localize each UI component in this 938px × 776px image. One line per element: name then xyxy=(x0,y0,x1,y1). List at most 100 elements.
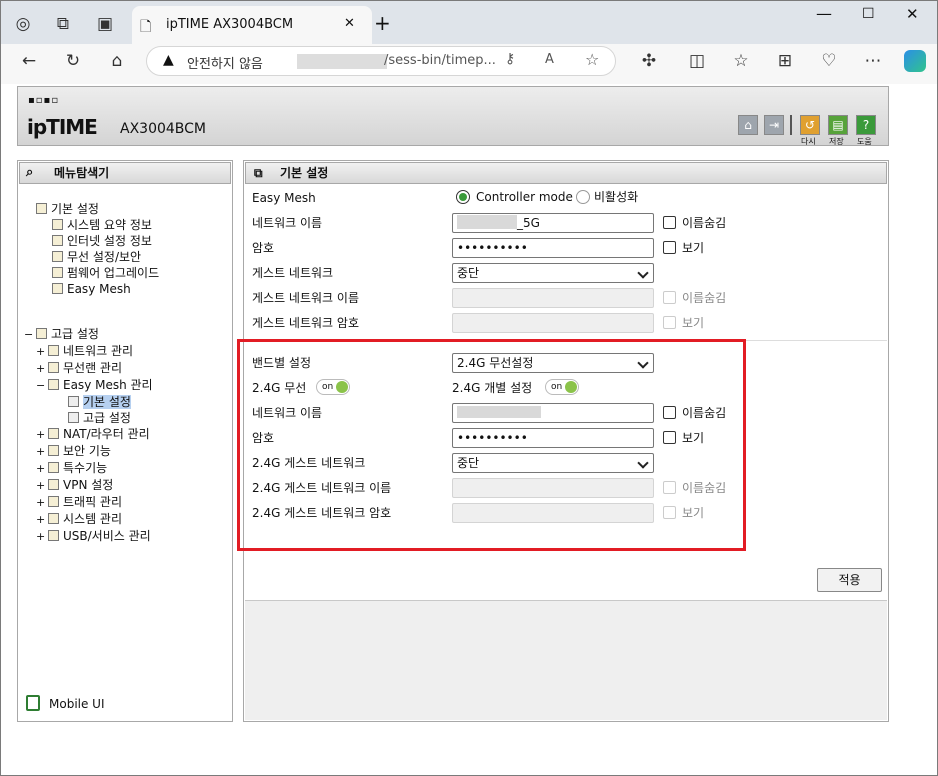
browser-essentials-icon[interactable]: ♡ xyxy=(814,46,844,76)
expand-icon[interactable]: + xyxy=(36,427,45,443)
tree-item[interactable]: − Easy Mesh 관리 xyxy=(24,377,153,394)
tree-item[interactable]: + USB/서비스 관리 xyxy=(24,528,153,545)
advanced-settings-tree: − 고급 설정 + 네트워크 관리 + 무선랜 관리 − Easy Mesh 관리 기본… xyxy=(24,326,153,545)
tree-item[interactable]: + 네트워크 관리 xyxy=(24,343,153,360)
apply-button[interactable]: 적용 xyxy=(817,568,882,592)
read-aloud-icon[interactable]: A xyxy=(545,52,554,67)
tree-item[interactable]: + VPN 설정 xyxy=(24,477,153,494)
tree-item[interactable]: + NAT/라우터 관리 xyxy=(24,426,153,443)
favorite-star-icon[interactable]: ☆ xyxy=(585,50,599,69)
show-password-checkbox[interactable] xyxy=(663,241,676,254)
tree-item[interactable]: 시스템 요약 정보 xyxy=(36,217,159,233)
expand-icon[interactable]: + xyxy=(36,495,45,511)
reset-button[interactable]: ↺ xyxy=(800,115,820,135)
url-redacted xyxy=(297,54,387,69)
basic-group-label: 기본 설정 xyxy=(51,202,99,216)
advanced-group[interactable]: − 고급 설정 xyxy=(24,326,153,343)
tree-item[interactable]: 고급 설정 xyxy=(24,410,153,426)
expand-icon[interactable]: + xyxy=(36,361,45,377)
tree-item-label: 무선 설정/보안 xyxy=(67,250,142,264)
security-status[interactable]: 안전하지 않음 xyxy=(187,53,263,72)
guest-network-name-label: 게스트 네트워크 이름 xyxy=(252,291,359,305)
basic-group[interactable]: 기본 설정 xyxy=(36,201,159,217)
new-tab-button[interactable]: + xyxy=(374,11,391,35)
home-icon[interactable]: ⌂ xyxy=(102,46,132,76)
expand-icon[interactable]: + xyxy=(36,344,45,360)
collections-icon[interactable]: ⊞ xyxy=(770,46,800,76)
advanced-group-label: 고급 설정 xyxy=(51,327,99,341)
save-button[interactable]: ▤ xyxy=(828,115,848,135)
maximize-icon[interactable]: ☐ xyxy=(862,6,875,22)
active-tab[interactable]: 🗋 ipTIME AX3004BCM ✕ xyxy=(132,6,372,44)
guest-network-select[interactable]: 중단 xyxy=(452,263,654,283)
hide-name-checkbox[interactable] xyxy=(663,216,676,229)
vertical-tabs-icon[interactable]: ▣ xyxy=(90,9,120,39)
network-name-label: 네트워크 이름 xyxy=(252,216,323,230)
tree-item[interactable]: + 특수기능 xyxy=(24,460,153,477)
password-input[interactable]: •••••••••• xyxy=(452,238,654,258)
tree-item-label: VPN 설정 xyxy=(63,478,114,492)
page-icon xyxy=(68,396,79,407)
expand-icon[interactable]: + xyxy=(36,461,45,477)
collapse-icon[interactable]: − xyxy=(24,327,33,343)
controller-mode-radio[interactable] xyxy=(456,190,470,204)
save-label: 저장 xyxy=(829,137,844,146)
logout-button[interactable]: ⇥ xyxy=(764,115,784,135)
expand-icon[interactable]: + xyxy=(36,512,45,528)
tree-item[interactable]: Easy Mesh xyxy=(36,281,159,297)
tree-item[interactable]: + 트래픽 관리 xyxy=(24,494,153,511)
split-screen-icon[interactable]: ◫ xyxy=(682,46,712,76)
minimize-icon[interactable]: — xyxy=(816,4,832,23)
traffic-icon xyxy=(48,496,59,507)
wireless-icon xyxy=(52,251,63,262)
favorites-icon[interactable]: ☆ xyxy=(726,46,756,76)
help-button[interactable]: ? xyxy=(856,115,876,135)
tree-item-label: 시스템 관리 xyxy=(63,512,123,526)
expand-icon[interactable]: + xyxy=(36,529,45,545)
guest-show-password-checkbox[interactable] xyxy=(663,316,676,329)
wireless-icon xyxy=(48,362,59,373)
tree-item[interactable]: 인터넷 설정 정보 xyxy=(36,233,159,249)
tree-item[interactable]: + 보안 기능 xyxy=(24,443,153,460)
tree-item-label: 펌웨어 업그레이드 xyxy=(67,266,160,280)
mobile-ui-link[interactable]: Mobile UI xyxy=(49,697,105,711)
tab-actions-icon[interactable]: ⧉ xyxy=(48,9,78,39)
magnifier-icon: ⌕ xyxy=(26,165,34,180)
guest-show-password-label: 보기 xyxy=(682,316,705,330)
network-icon xyxy=(48,345,59,356)
key-icon[interactable]: ⚷ xyxy=(505,51,515,67)
url-text[interactable]: /sess-bin/timep... xyxy=(384,53,496,68)
warning-icon[interactable]: ▲ xyxy=(163,52,174,68)
mobile-icon[interactable] xyxy=(26,695,40,711)
disabled-radio[interactable] xyxy=(576,190,590,204)
guest-network-name-input[interactable] xyxy=(452,288,654,308)
guest-hide-name-checkbox[interactable] xyxy=(663,291,676,304)
tree-item[interactable]: + 시스템 관리 xyxy=(24,511,153,528)
back-icon[interactable]: ← xyxy=(14,46,44,76)
system-icon xyxy=(48,513,59,524)
expand-icon[interactable]: + xyxy=(36,478,45,494)
menu-explorer-title-bar: ⌕ 메뉴탐색기 xyxy=(19,162,231,184)
usb-icon xyxy=(48,530,59,541)
tree-item[interactable]: + 무선랜 관리 xyxy=(24,360,153,377)
address-bar[interactable]: ▲ 안전하지 않음 /sess-bin/timep... ⚷ A ☆ xyxy=(146,46,616,76)
collapse-icon[interactable]: − xyxy=(36,378,45,394)
more-menu-icon[interactable]: ⋯ xyxy=(858,46,888,76)
network-name-input[interactable]: _5G xyxy=(452,213,654,233)
tree-item-selected[interactable]: 기본 설정 xyxy=(24,394,153,410)
copilot-icon[interactable] xyxy=(904,50,926,72)
guest-network-password-input[interactable] xyxy=(452,313,654,333)
extensions-icon[interactable]: ✣ xyxy=(634,46,664,76)
page-icon xyxy=(68,412,79,423)
tree-item-label: 트래픽 관리 xyxy=(63,495,123,509)
refresh-icon[interactable]: ↻ xyxy=(58,46,88,76)
close-window-icon[interactable]: ✕ xyxy=(906,5,919,23)
menu-explorer-title: 메뉴탐색기 xyxy=(54,166,110,180)
home-button[interactable]: ⌂ xyxy=(738,115,758,135)
profile-icon[interactable]: ◎ xyxy=(8,9,38,39)
tree-item[interactable]: 무선 설정/보안 xyxy=(36,249,159,265)
logo-dots: ▪▫▪▫ xyxy=(28,95,60,106)
close-tab-icon[interactable]: ✕ xyxy=(344,16,355,31)
expand-icon[interactable]: + xyxy=(36,444,45,460)
tree-item[interactable]: 펌웨어 업그레이드 xyxy=(36,265,159,281)
